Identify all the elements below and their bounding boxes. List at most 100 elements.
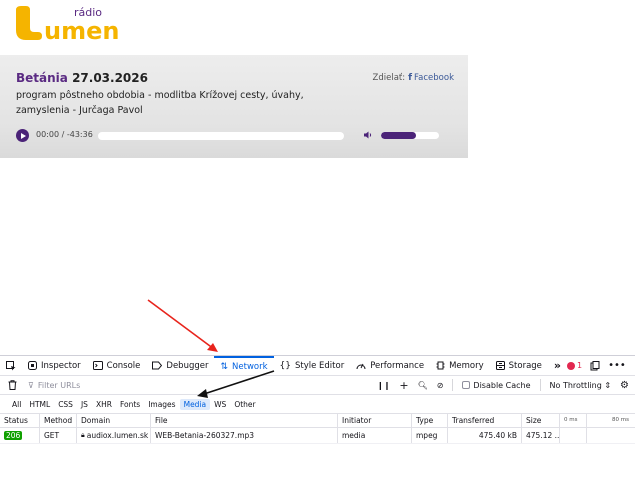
network-icon: ⇅ <box>220 361 229 372</box>
network-toolbar: ⊽ Filter URLs ❙❙ + 🔍︎ ⊘ Disable Cache No… <box>0 376 635 395</box>
devtools-panel: Inspector Console Debugger ⇅ Network {} … <box>0 355 635 500</box>
tab-console[interactable]: Console <box>87 356 147 376</box>
episode-date: 27.03.2026 <box>72 71 148 85</box>
filter-images[interactable]: Images <box>144 399 179 410</box>
lock-icon: 🔒︎ <box>81 431 85 439</box>
more-options-icon[interactable]: ••• <box>608 360 626 371</box>
requests-table-header: Status Method Domain File Initiator Type… <box>0 414 635 428</box>
filter-all[interactable]: All <box>8 399 25 410</box>
episode-description: program pôstneho obdobia - modlitba Kríž… <box>16 90 304 116</box>
tab-label: Console <box>106 360 141 371</box>
col-transferred[interactable]: Transferred <box>448 414 522 427</box>
col-file[interactable]: File <box>151 414 338 427</box>
element-picker-icon <box>6 360 16 370</box>
col-domain[interactable]: Domain <box>77 414 151 427</box>
cell-initiator: media <box>338 428 412 443</box>
tab-label: Storage <box>508 360 542 371</box>
tab-label: Style Editor <box>294 360 345 371</box>
tab-label: Debugger <box>166 360 209 371</box>
logo-big-text: umen <box>44 17 119 42</box>
devtools-toolbar-right: 1 ••• ✕ <box>567 359 635 372</box>
filter-fonts[interactable]: Fonts <box>116 399 144 410</box>
play-button[interactable] <box>16 129 29 142</box>
error-count: 1 <box>577 361 583 370</box>
radio-lumen-logo[interactable]: rádio umen <box>14 4 134 42</box>
tab-inspector[interactable]: Inspector <box>22 356 87 376</box>
dock-icon[interactable] <box>590 360 600 371</box>
facebook-share-link[interactable]: f Facebook <box>408 73 454 83</box>
col-size[interactable]: Size <box>522 414 560 427</box>
separator <box>539 379 541 391</box>
devtools-tabbar: Inspector Console Debugger ⇅ Network {} … <box>0 355 635 376</box>
settings-gear-icon[interactable]: ⚙ <box>620 380 629 391</box>
waterfall-divider <box>586 414 587 427</box>
tab-memory[interactable]: Memory <box>430 356 490 376</box>
cell-domain: 🔒︎ audiox.lumen.sk <box>77 428 151 443</box>
domain-text: audiox.lumen.sk <box>86 431 149 440</box>
filter-html[interactable]: HTML <box>25 399 54 410</box>
filter-media[interactable]: Media <box>179 398 211 410</box>
col-status[interactable]: Status <box>0 414 40 427</box>
episode-title: Betánia 27.03.2026 <box>16 71 148 85</box>
filter-css[interactable]: CSS <box>54 399 77 410</box>
seek-bar[interactable] <box>98 132 344 140</box>
episode-name: Betánia <box>16 71 68 85</box>
facebook-icon: f <box>408 73 413 83</box>
filter-ws[interactable]: WS <box>210 399 230 410</box>
tab-storage[interactable]: Storage <box>490 356 548 376</box>
throttling-select[interactable]: No Throttling ⇕ <box>550 381 612 390</box>
checkbox-box <box>462 381 471 389</box>
cell-transferred: 475.40 kB <box>448 428 522 443</box>
tab-label: Inspector <box>41 360 81 371</box>
col-method[interactable]: Method <box>40 414 77 427</box>
more-tabs-button[interactable]: » <box>548 356 567 376</box>
inspector-icon <box>28 361 37 370</box>
cell-waterfall <box>560 428 635 443</box>
separator <box>452 379 454 391</box>
search-icon[interactable]: 🔍︎ <box>418 381 428 390</box>
disable-cache-checkbox[interactable]: Disable Cache <box>462 380 531 390</box>
col-initiator[interactable]: Initiator <box>338 414 412 427</box>
network-toolbar-right: ❙❙ + 🔍︎ ⊘ Disable Cache No Throttling ⇕ … <box>377 379 635 392</box>
console-icon <box>92 361 103 370</box>
tab-label: Memory <box>449 360 484 371</box>
waterfall-tick-0: 0 ms <box>564 417 578 423</box>
plus-icon[interactable]: + <box>399 379 408 392</box>
share-label: Zdielať: <box>372 73 406 83</box>
error-icon <box>567 361 576 370</box>
block-icon[interactable]: ⊘ <box>437 381 444 390</box>
cell-status: 206 <box>0 428 40 443</box>
error-count-button[interactable]: 1 <box>567 361 582 370</box>
volume-slider[interactable] <box>381 132 439 139</box>
filter-urls-input[interactable]: ⊽ Filter URLs <box>24 381 377 390</box>
status-badge: 206 <box>4 431 23 440</box>
disable-cache-label: Disable Cache <box>473 380 531 390</box>
filter-js[interactable]: JS <box>77 399 92 410</box>
filter-other[interactable]: Other <box>230 399 259 410</box>
performance-icon <box>356 363 366 370</box>
volume-icon[interactable] <box>363 130 373 140</box>
element-picker-button[interactable] <box>0 356 22 376</box>
col-type[interactable]: Type <box>412 414 448 427</box>
filter-icon: ⊽ <box>28 380 34 390</box>
filter-xhr[interactable]: XHR <box>92 399 116 410</box>
chevrons-right-icon: » <box>553 359 562 372</box>
cell-size: 475.12 ... <box>522 428 560 443</box>
share-section: Zdielať: f Facebook <box>373 73 454 83</box>
facebook-label: Facebook <box>414 73 454 83</box>
request-type-filters: All HTML CSS JS XHR Fonts Images Media W… <box>0 395 635 414</box>
waterfall-tick-80: 80 ms <box>612 417 629 423</box>
col-waterfall[interactable]: 0 ms 80 ms <box>560 414 635 427</box>
tab-network[interactable]: ⇅ Network <box>214 355 274 376</box>
tab-performance[interactable]: Performance <box>350 356 430 376</box>
clear-button[interactable] <box>0 380 24 390</box>
tab-debugger[interactable]: Debugger <box>146 356 214 376</box>
table-row[interactable]: 206 GET 🔒︎ audiox.lumen.sk WEB-Betania-2… <box>0 428 635 444</box>
volume-level <box>381 132 416 139</box>
cell-type: mpeg <box>412 428 448 443</box>
pause-icon[interactable]: ❙❙ <box>377 381 390 390</box>
audio-player-card: Betánia 27.03.2026 program pôstneho obdo… <box>0 55 468 158</box>
red-arrow <box>147 299 218 352</box>
time-display: 00:00 / -43:36 <box>36 130 93 139</box>
tab-style-editor[interactable]: {} Style Editor <box>274 356 351 376</box>
